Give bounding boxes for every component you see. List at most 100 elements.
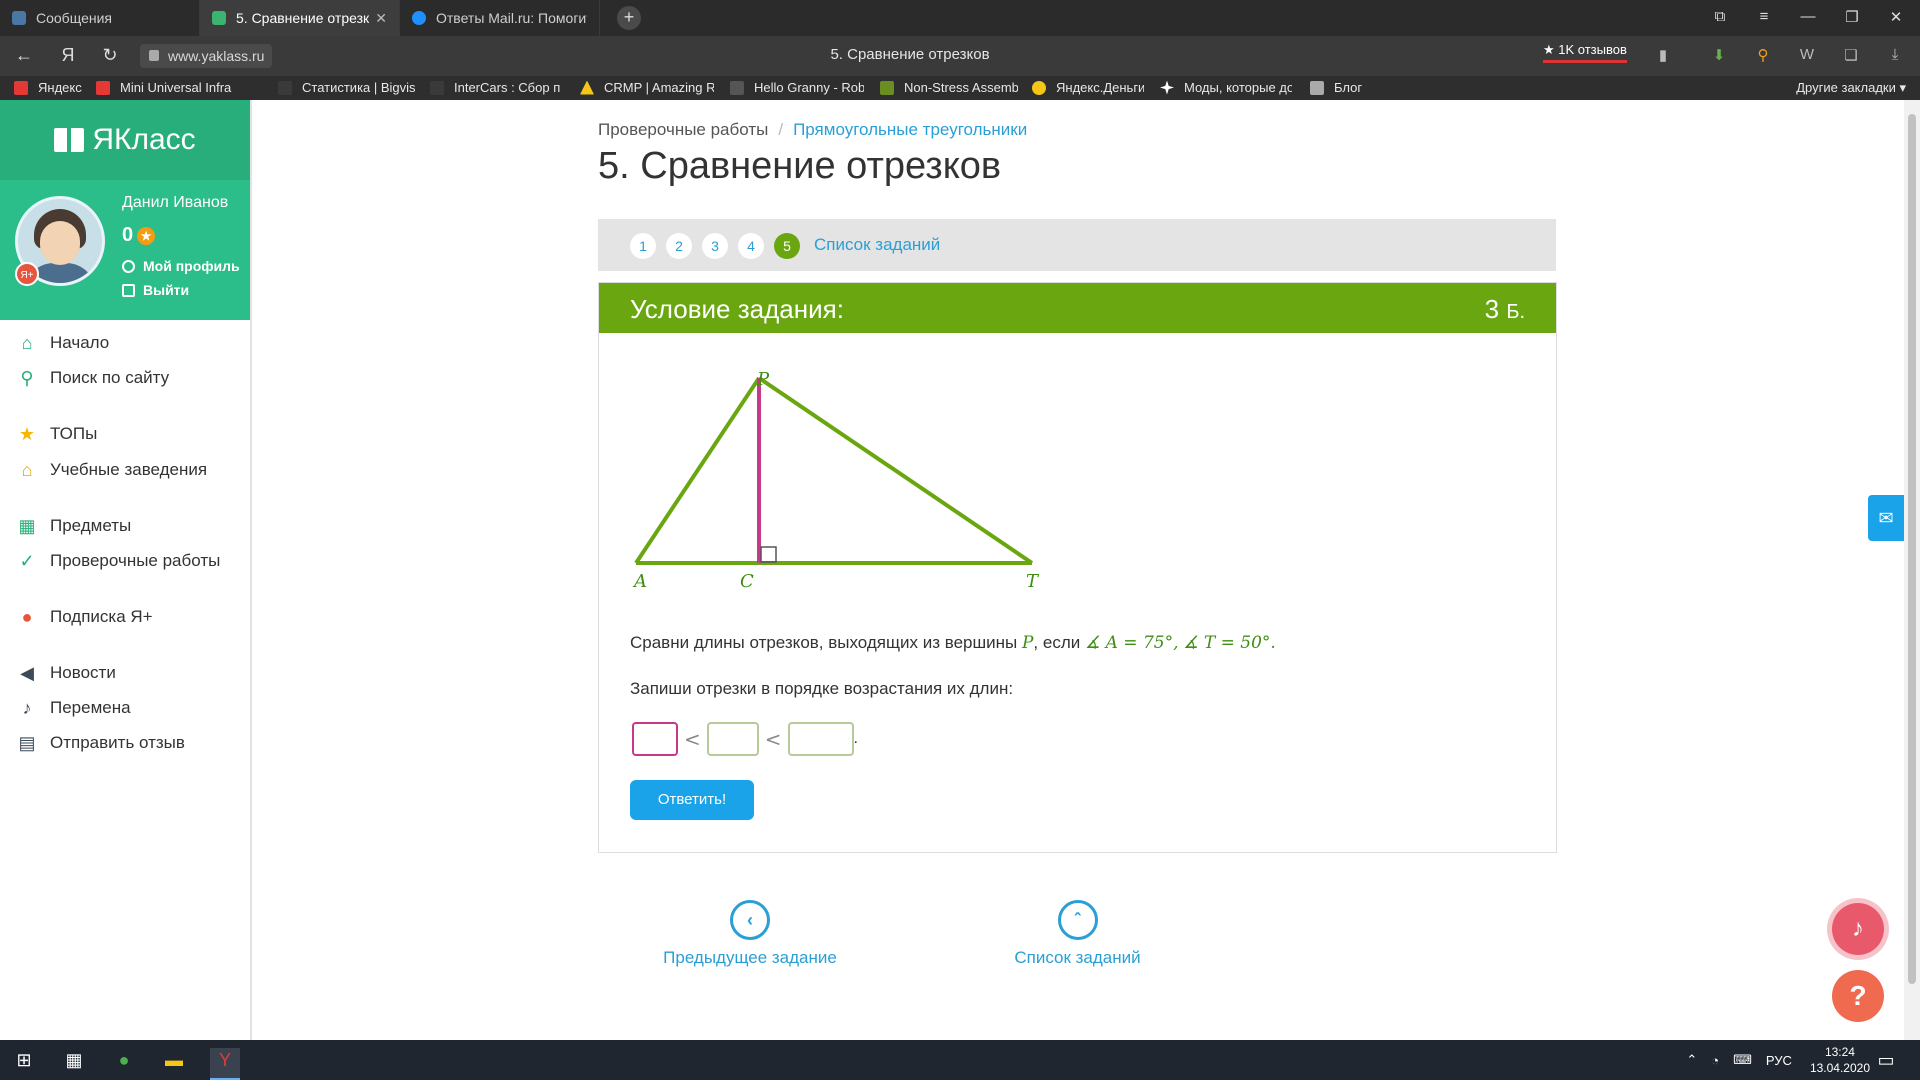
period: . xyxy=(853,730,858,747)
question-text: Сравни длины отрезков, выходящих из верш… xyxy=(630,633,1276,653)
menu-icon[interactable]: ≡ xyxy=(1752,8,1776,25)
task-points: 3 Б. xyxy=(1484,294,1525,324)
bookmark-item[interactable]: Яндекс.Деньги xyxy=(1032,80,1144,95)
notifications-icon[interactable]: ▭ xyxy=(1874,1048,1898,1072)
close-window-icon[interactable]: ✕ xyxy=(1884,8,1908,26)
warning-icon xyxy=(580,80,594,95)
page-title: 5. Сравнение отрезков xyxy=(598,145,1002,187)
tab-messages[interactable]: Сообщения xyxy=(0,0,200,36)
my-profile-link[interactable]: Мой профиль xyxy=(122,258,240,274)
sidebar-item-search[interactable]: ⚲ Поиск по сайту xyxy=(16,367,169,389)
breadcrumb-parent[interactable]: Проверочные работы xyxy=(598,120,768,139)
bookmark-item[interactable]: Статистика | Bigvis xyxy=(278,80,416,95)
institution-icon: ⌂ xyxy=(21,460,33,480)
task-number-1[interactable]: 1 xyxy=(630,233,656,259)
mail-icon[interactable]: ✉ xyxy=(1868,495,1904,541)
answer-input-1[interactable] xyxy=(632,722,678,756)
bell-icon: ♪ xyxy=(22,698,32,718)
other-bookmarks[interactable]: Другие закладки ▾ xyxy=(1796,80,1906,96)
task-number-3[interactable]: 3 xyxy=(702,233,728,259)
tabs-overview-icon[interactable]: ⧉ xyxy=(1708,8,1732,25)
bookmark-item[interactable]: Моды, которые до xyxy=(1160,80,1292,95)
bookmark-icon[interactable]: ▮ xyxy=(1654,46,1672,64)
bookmark-item[interactable]: Блог xyxy=(1310,80,1370,95)
scrollbar-thumb[interactable] xyxy=(1908,114,1916,984)
help-icon[interactable]: ? xyxy=(1832,970,1884,1022)
task-list-link[interactable]: Список заданий xyxy=(814,235,940,255)
calculator-icon[interactable]: ▦ xyxy=(62,1048,86,1072)
download-manager-icon[interactable]: ⬇ xyxy=(1710,46,1728,64)
restore-icon[interactable]: ❐ xyxy=(1840,8,1864,26)
scrollbar[interactable] xyxy=(1904,100,1920,1040)
network-icon[interactable]: ◔ xyxy=(1711,1053,1719,1068)
bookmark-item[interactable]: CRMP | Amazing R xyxy=(580,80,714,95)
megaphone-icon: ◀ xyxy=(20,663,34,683)
check-circle-icon: ✓ xyxy=(19,551,35,571)
torrent-icon[interactable]: ● xyxy=(112,1048,136,1072)
side-ap xyxy=(634,376,761,565)
vertex-label-c: C xyxy=(740,571,754,592)
yandex-browser-taskbar-icon[interactable]: Y xyxy=(210,1048,240,1080)
sidebar-item-news[interactable]: ◀ Новости xyxy=(16,662,116,684)
task-list-bottom-link[interactable]: ˆ Список заданий xyxy=(970,900,1185,968)
breadcrumb: Проверочные работы / Прямоугольные треугол… xyxy=(598,120,1028,139)
task-number-4[interactable]: 4 xyxy=(738,233,764,259)
downloads-icon[interactable]: ⤓ xyxy=(1886,46,1904,64)
vertex-label-t: T xyxy=(1026,571,1040,592)
keyboard-icon[interactable]: ⌨ xyxy=(1733,1052,1752,1068)
answer-input-2[interactable] xyxy=(706,722,759,756)
notification-bell-icon[interactable]: ♪ xyxy=(1832,903,1884,955)
logout-link[interactable]: Выйти xyxy=(122,282,189,298)
answer-input-3[interactable] xyxy=(787,722,854,756)
minecraft-bookmark-icon xyxy=(880,80,894,95)
yandex-money-icon xyxy=(1032,80,1046,95)
tab-otvety[interactable]: Ответы Mail.ru: Помогите xyxy=(400,0,600,36)
extension-icon[interactable]: ⚲ xyxy=(1754,46,1772,64)
bookmarks-bar: Яндекс Mini Universal Infra Статистика |… xyxy=(0,76,1920,100)
task-number-2[interactable]: 2 xyxy=(666,233,692,259)
w-extension-icon[interactable]: W xyxy=(1798,46,1816,64)
otvety-favicon-icon xyxy=(412,11,426,25)
vertex-label-p: P xyxy=(756,369,770,390)
tab-yaklass[interactable]: 5. Сравнение отрезков ✕ xyxy=(200,0,400,36)
logo[interactable]: ЯКласс xyxy=(0,100,250,180)
close-tab-icon[interactable]: ✕ xyxy=(375,10,387,27)
star-coin-icon: ★ xyxy=(137,226,156,245)
chevron-up-icon: ˆ xyxy=(1057,900,1098,940)
task-number-5[interactable]: 5 xyxy=(774,233,800,259)
language-indicator[interactable]: РУС xyxy=(1766,1053,1792,1068)
bookmark-item[interactable]: InterCars : Сбор п xyxy=(430,80,566,95)
feedback-icon: ▤ xyxy=(18,733,36,753)
book-icon: ▦ xyxy=(18,516,36,536)
sidebar-item-subscription[interactable]: ● Подписка Я+ xyxy=(16,606,153,628)
sidebar-item-break[interactable]: ♪ Перемена xyxy=(16,697,131,719)
task-header: Условие задания: 3 Б. xyxy=(599,283,1556,333)
sidebar-item-home[interactable]: ⌂ Начало xyxy=(16,332,110,354)
sidebar-item-feedback[interactable]: ▤ Отправить отзыв xyxy=(16,732,184,754)
bookmark-item[interactable]: Non-Stress Assemb xyxy=(880,80,1018,95)
previous-task-link[interactable]: ‹ Предыдущее задание xyxy=(640,900,860,968)
windows-start-icon[interactable]: ⊞ xyxy=(12,1048,36,1072)
submit-answer-button[interactable]: Ответить! xyxy=(630,780,754,820)
sidebar-item-tests[interactable]: ✓ Проверочные работы xyxy=(16,550,220,572)
browser-tab-bar: Сообщения 5. Сравнение отрезков ✕ Ответы… xyxy=(0,0,1920,36)
bookmark-item[interactable]: Яндекс xyxy=(14,80,94,95)
tray-expand-icon[interactable]: ⌃ xyxy=(1686,1052,1697,1068)
collections-icon[interactable]: ❏ xyxy=(1842,46,1860,64)
task-navigation: 1 2 3 4 5 Список заданий xyxy=(598,219,1556,271)
sidebar-item-institutions[interactable]: ⌂ Учебные заведения xyxy=(16,459,208,481)
bookmark-item[interactable]: Mini Universal Infra xyxy=(96,80,262,95)
reviews-button[interactable]: ★ 1K отзывов xyxy=(1543,42,1627,63)
breadcrumb-current[interactable]: Прямоугольные треугольники xyxy=(793,120,1027,139)
bookmark-icon xyxy=(430,80,444,95)
youtube-bookmark-icon xyxy=(96,80,110,95)
user-name[interactable]: Данил Иванов xyxy=(122,194,228,212)
side-pt xyxy=(757,376,1034,565)
sidebar-item-tops[interactable]: ★ ТОПы xyxy=(16,423,97,445)
bookmark-item[interactable]: Hello Granny - Rob xyxy=(730,80,864,95)
new-tab-button[interactable]: + xyxy=(617,6,641,30)
sidebar-item-subjects[interactable]: ▦ Предметы xyxy=(16,515,131,537)
clock[interactable]: 13:24 13.04.2020 xyxy=(1810,1044,1870,1076)
file-explorer-icon[interactable]: ▬ xyxy=(162,1048,186,1072)
minimize-icon[interactable]: — xyxy=(1796,8,1820,25)
